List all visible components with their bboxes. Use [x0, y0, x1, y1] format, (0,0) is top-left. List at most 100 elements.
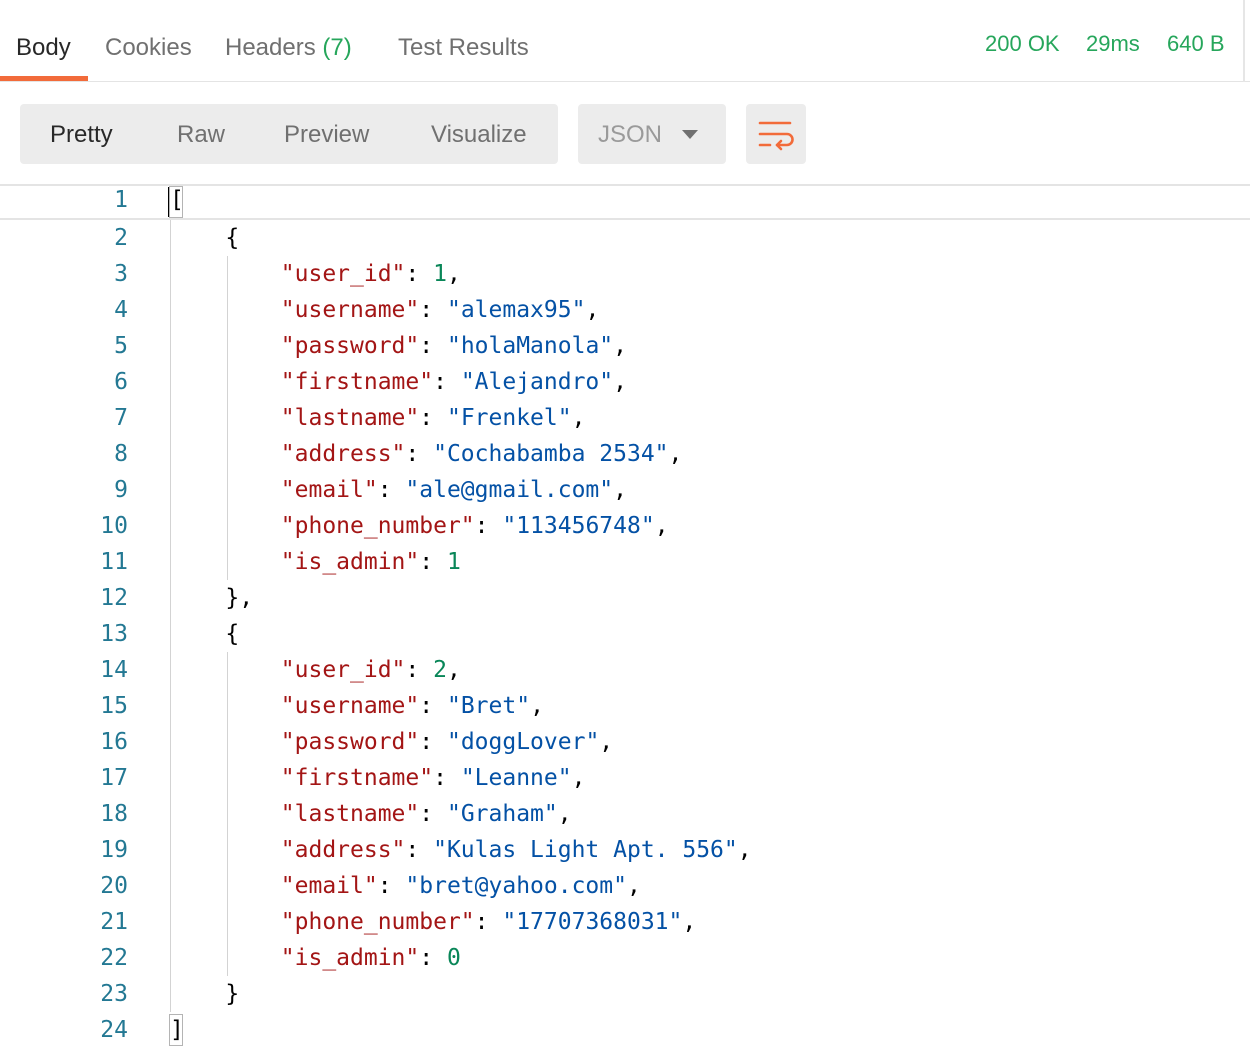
chevron-down-icon: [682, 130, 698, 139]
code-text: "username": "Bret",: [280, 693, 544, 719]
format-dropdown[interactable]: JSON: [578, 104, 726, 164]
code-text: "phone_number": "17707368031",: [280, 909, 697, 935]
line-number: 13: [100, 621, 128, 647]
code-text: "lastname": "Graham",: [280, 801, 572, 827]
code-line: 20 "email": "bret@yahoo.com",: [0, 868, 1250, 904]
code-text: {: [170, 621, 240, 647]
view-mode-preview[interactable]: Preview: [284, 104, 369, 164]
line-number: 21: [100, 909, 128, 935]
code-line: 17 "firstname": "Leanne",: [0, 760, 1250, 796]
code-text: "address": "Cochabamba 2534",: [280, 441, 683, 467]
line-number: 16: [100, 729, 128, 755]
panel-divider: [1243, 0, 1245, 82]
code-line: 18 "lastname": "Graham",: [0, 796, 1250, 832]
line-number: 12: [100, 585, 128, 611]
line-number: 5: [114, 333, 128, 359]
code-text: "user_id": 1,: [280, 261, 461, 287]
headers-count-badge: (7): [322, 34, 352, 61]
code-line: 11 "is_admin": 1: [0, 544, 1250, 580]
response-time[interactable]: 29ms: [1086, 28, 1140, 60]
tab-body[interactable]: Body: [16, 30, 71, 82]
line-number: 11: [100, 549, 128, 575]
code-line: 22 "is_admin": 0: [0, 940, 1250, 976]
code-line: 7 "lastname": "Frenkel",: [0, 400, 1250, 436]
line-number: 18: [100, 801, 128, 827]
code-text: }: [170, 981, 240, 1007]
line-number: 7: [114, 405, 128, 431]
code-line: 23 }: [0, 976, 1250, 1012]
view-mode-visualize[interactable]: Visualize: [431, 104, 527, 164]
code-text: "firstname": "Alejandro",: [280, 369, 627, 395]
response-body-editor[interactable]: 1[2 {3 "user_id": 1, 4 "username": "alema…: [0, 184, 1250, 1062]
code-text: "password": "doggLover",: [280, 729, 614, 755]
code-text: "password": "holaManola",: [280, 333, 627, 359]
line-number: 24: [100, 1017, 128, 1043]
code-line: 2 {: [0, 220, 1250, 256]
response-size[interactable]: 640 B: [1167, 28, 1225, 60]
code-text: },: [170, 585, 254, 611]
line-number: 1: [114, 187, 128, 213]
line-number: 20: [100, 873, 128, 899]
active-tab-indicator: [0, 76, 88, 81]
line-number: 4: [114, 297, 128, 323]
text-cursor: [168, 187, 169, 217]
view-mode-selector: Pretty Raw Preview Visualize: [20, 104, 558, 164]
line-number: 19: [100, 837, 128, 863]
line-number: 3: [114, 261, 128, 287]
tab-headers[interactable]: Headers (7): [225, 30, 352, 82]
code-text: "lastname": "Frenkel",: [280, 405, 586, 431]
code-text: {: [170, 225, 240, 251]
code-line: 13 {: [0, 616, 1250, 652]
code-text: "firstname": "Leanne",: [280, 765, 586, 791]
code-text: "user_id": 2,: [280, 657, 461, 683]
line-number: 8: [114, 441, 128, 467]
view-mode-pretty[interactable]: Pretty: [50, 104, 113, 164]
tab-test-results-label: Test Results: [398, 34, 529, 61]
code-text: "is_admin": 0: [280, 945, 461, 971]
code-text: "email": "bret@yahoo.com",: [280, 873, 641, 899]
view-mode-raw[interactable]: Raw: [177, 104, 225, 164]
code-text: "username": "alemax95",: [280, 297, 600, 323]
tab-headers-label: Headers: [225, 34, 316, 61]
line-number: 10: [100, 513, 128, 539]
bracket-match-highlight: [169, 1014, 183, 1046]
line-number: 17: [100, 765, 128, 791]
line-number: 9: [114, 477, 128, 503]
code-line: 9 "email": "ale@gmail.com",: [0, 472, 1250, 508]
code-line: 3 "user_id": 1,: [0, 256, 1250, 292]
code-line: 19 "address": "Kulas Light Apt. 556",: [0, 832, 1250, 868]
line-number: 22: [100, 945, 128, 971]
code-line: 6 "firstname": "Alejandro",: [0, 364, 1250, 400]
response-tab-bar: Body Cookies Headers (7) Test Results 20…: [0, 0, 1250, 82]
code-line: 4 "username": "alemax95",: [0, 292, 1250, 328]
code-text: "is_admin": 1: [280, 549, 461, 575]
code-text: "phone_number": "113456748",: [280, 513, 669, 539]
line-number: 2: [114, 225, 128, 251]
indent-guide: [227, 652, 229, 976]
wrap-lines-icon: [758, 121, 794, 151]
code-line: 24]: [0, 1012, 1250, 1048]
bracket-match-highlight: [169, 186, 183, 218]
tab-cookies-label: Cookies: [105, 34, 192, 61]
code-line: 8 "address": "Cochabamba 2534",: [0, 436, 1250, 472]
code-line: 10 "phone_number": "113456748",: [0, 508, 1250, 544]
code-line: 16 "password": "doggLover",: [0, 724, 1250, 760]
status-code[interactable]: 200 OK: [985, 28, 1060, 60]
code-text: "email": "ale@gmail.com",: [280, 477, 627, 503]
line-number: 14: [100, 657, 128, 683]
code-line: 12 },: [0, 580, 1250, 616]
code-line: 15 "username": "Bret",: [0, 688, 1250, 724]
code-line: 21 "phone_number": "17707368031",: [0, 904, 1250, 940]
indent-guide: [170, 220, 171, 1012]
line-number: 23: [100, 981, 128, 1007]
wrap-lines-button[interactable]: [746, 104, 806, 164]
code-line: 1[: [0, 184, 1250, 220]
tab-cookies[interactable]: Cookies: [105, 30, 192, 82]
tab-test-results[interactable]: Test Results: [398, 30, 529, 82]
format-selected: JSON: [598, 121, 663, 148]
code-text: "address": "Kulas Light Apt. 556",: [280, 837, 752, 863]
code-line: 14 "user_id": 2,: [0, 652, 1250, 688]
tab-body-label: Body: [16, 34, 71, 61]
code-line: 5 "password": "holaManola",: [0, 328, 1250, 364]
line-number: 6: [114, 369, 128, 395]
